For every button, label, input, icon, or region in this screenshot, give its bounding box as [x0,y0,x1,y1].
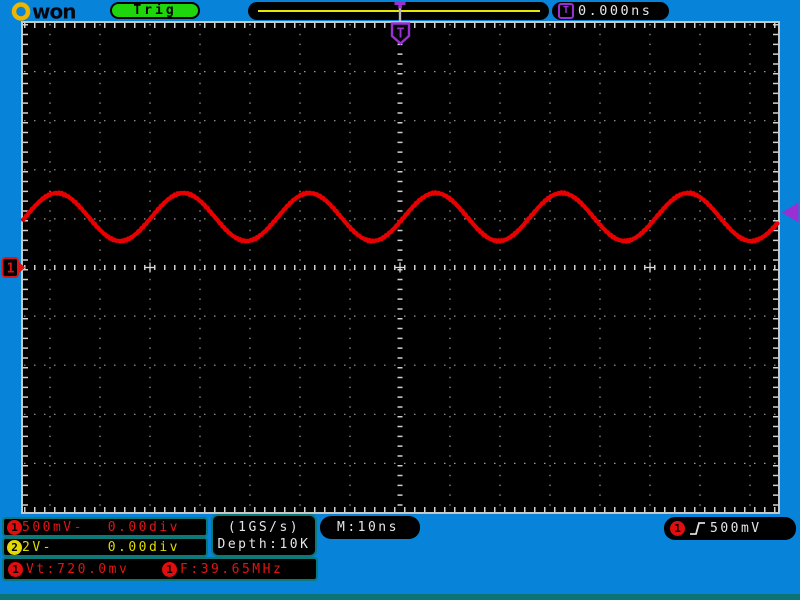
channel2-status-box: 2 2V- 0.00div [2,537,208,557]
measurement-box: 1 Vt:720.0mv 1 F:39.65MHz [2,557,318,581]
channel2-position: 0.00div [107,539,180,555]
channel1-marker-label: 1 [7,262,15,277]
acquisition-box: (1GS/s) Depth:10K [211,514,317,557]
measurement2-chip: 1 [162,561,177,577]
bottom-edge-strip [0,594,800,600]
trigger-source-chip: 1 [670,521,685,536]
trigger-t-badge-letter: T [397,27,405,42]
trigger-settings-box: 1 500mV [664,517,796,540]
measurement-frequency: F:39.65MHz [180,561,284,577]
channel1-status-box: 1 500mV- 0.00div [2,517,208,537]
oscilloscope-screen: won Trig T 0.000ns T 1 1 500mV- 0.00div … [0,0,800,600]
trigger-level-value: 500mV [710,521,762,536]
sample-rate: (1GS/s) [227,519,301,535]
rising-edge-icon [690,522,705,535]
measurement1-chip: 1 [8,561,23,577]
trigger-level-arrow[interactable] [782,202,799,223]
channel1-scale: 500mV- [22,519,84,535]
timebase-box: M:10ns [320,516,420,539]
channel2-scale: 2V- [22,539,53,555]
channel1-position: 0.00div [107,519,180,535]
channel2-chip: 2 [7,539,22,555]
channel1-chip: 1 [7,519,22,535]
graticule: T 1 [1,21,799,514]
timebase-value: M:10ns [337,520,399,535]
measurement-vt: Vt:720.0mv [26,561,130,577]
memory-depth: Depth:10K [217,536,311,552]
